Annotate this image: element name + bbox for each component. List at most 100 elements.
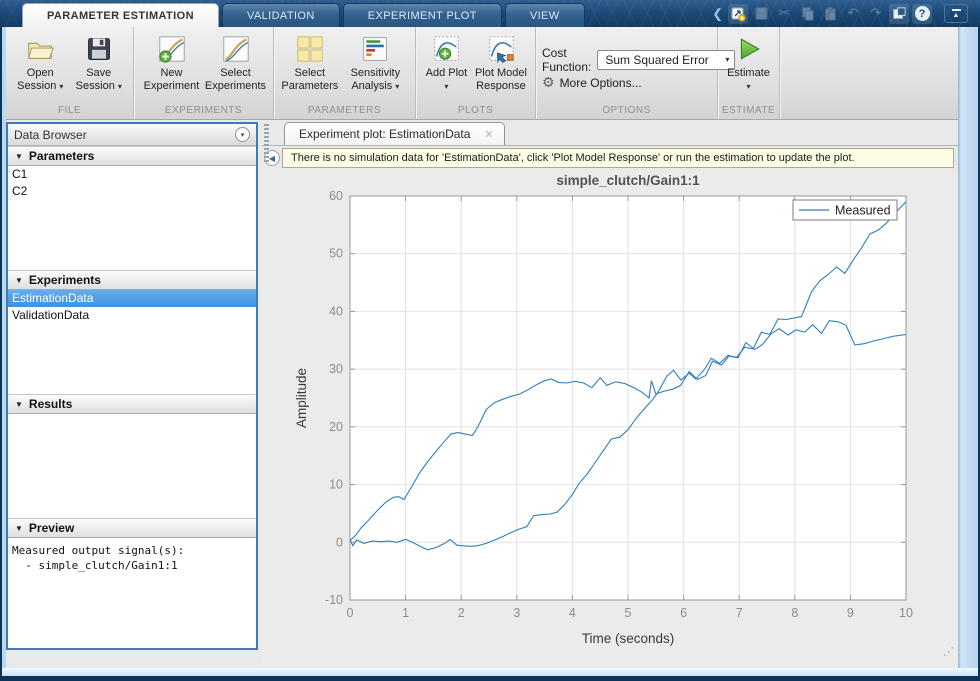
legend-label: Measured xyxy=(835,204,891,218)
select-experiments-label2: Experiments xyxy=(204,79,267,92)
save-icon xyxy=(754,7,768,20)
chart-title: simple_clutch/Gain1:1 xyxy=(556,173,700,188)
estimate-button[interactable]: Estimate ▾ xyxy=(724,31,773,93)
figure-resize-grip[interactable]: ⋰ xyxy=(943,645,954,658)
ribbon-group-estimate: Estimate ▾ ESTIMATE xyxy=(718,27,780,119)
new-script-button[interactable] xyxy=(728,3,748,24)
plot-model-response-label1: Plot Model xyxy=(474,67,527,79)
ribbon-tab-experiment-plot[interactable]: EXPERIMENT PLOT xyxy=(342,3,502,27)
parameter-item-c1[interactable]: C1 xyxy=(8,166,256,183)
experiment-item-validationdata[interactable]: ValidationData xyxy=(8,307,256,324)
experiment-plot-tab[interactable]: Experiment plot: EstimationData ✕ xyxy=(284,122,505,145)
more-options-button[interactable]: ⚙ More Options... xyxy=(542,76,711,90)
qat-overflow-chevron[interactable]: ❮ xyxy=(712,6,723,22)
notification-row: ◀ There is no simulation data for 'Estim… xyxy=(262,146,958,170)
estimate-play-icon xyxy=(733,33,765,65)
plot-model-response-button[interactable]: Plot Model Response xyxy=(473,31,529,92)
new-experiment-button[interactable]: New Experiment xyxy=(141,31,203,92)
collapse-ribbon-bar xyxy=(951,9,961,11)
ribbon-tab-parameter-estimation[interactable]: PARAMETER ESTIMATION xyxy=(22,3,219,27)
open-session-button[interactable]: Open Session ▾ xyxy=(12,31,69,93)
add-plot-button[interactable]: Add Plot ▾ xyxy=(422,31,471,93)
section-header-preview[interactable]: ▼ Preview xyxy=(8,518,256,538)
ribbon-tab-validation[interactable]: VALIDATION xyxy=(221,3,340,27)
group-label-file: FILE xyxy=(57,105,82,116)
preview-section-label: Preview xyxy=(28,521,75,535)
window-layout-icon xyxy=(892,7,906,19)
status-bar xyxy=(2,668,978,676)
cost-function-select[interactable]: Sum Squared Error ▾ xyxy=(597,49,736,70)
group-label-estimate: ESTIMATE xyxy=(721,105,776,116)
select-experiments-label1: Select xyxy=(220,67,251,79)
section-header-experiments[interactable]: ▼ Experiments xyxy=(8,270,256,290)
cut-button[interactable]: ✂ xyxy=(774,4,794,24)
collapse-triangle-icon: ▼ xyxy=(15,151,23,161)
add-plot-icon xyxy=(430,33,462,65)
x-tick-label: 8 xyxy=(791,606,798,620)
experiments-section-label: Experiments xyxy=(28,273,101,287)
select-parameters-button[interactable]: Select Parameters xyxy=(280,31,340,92)
window-layout-button[interactable] xyxy=(889,3,909,24)
y-tick-label: 30 xyxy=(329,362,343,376)
window-right-edge xyxy=(958,27,978,668)
copy-button[interactable] xyxy=(797,4,817,24)
open-session-label1: Open xyxy=(26,67,54,79)
new-experiment-icon xyxy=(156,33,188,65)
x-tick-label: 2 xyxy=(458,606,465,620)
save-session-button[interactable]: Save Session ▾ xyxy=(71,31,128,93)
experiment-item-estimationdata[interactable]: EstimationData xyxy=(8,290,256,307)
data-browser-menu-icon: ▾ xyxy=(240,131,245,139)
results-list xyxy=(8,414,256,518)
redo-button[interactable]: ↷ xyxy=(866,4,886,24)
x-tick-label: 0 xyxy=(347,606,354,620)
collapse-triangle-icon: ▼ xyxy=(15,275,23,285)
help-button[interactable]: ? xyxy=(912,3,932,24)
section-header-parameters[interactable]: ▼ Parameters xyxy=(8,146,256,166)
data-browser-title: Data Browser xyxy=(14,127,87,142)
y-tick-label: 10 xyxy=(329,478,343,492)
ribbon-tab-view[interactable]: VIEW xyxy=(504,3,585,27)
ribbon-group-parameters: Select Parameters Sensitivity Analysis ▾… xyxy=(274,27,416,119)
paste-icon xyxy=(824,6,836,21)
group-label-plots: PLOTS xyxy=(457,105,494,116)
collapse-ribbon-button[interactable]: ▲ xyxy=(944,4,968,23)
x-tick-label: 4 xyxy=(569,606,576,620)
x-tick-label: 7 xyxy=(736,606,743,620)
gear-icon: ⚙ xyxy=(542,74,555,91)
data-browser-menu-button[interactable]: ▾ xyxy=(235,127,250,142)
y-tick-label: -10 xyxy=(325,593,343,607)
section-header-results[interactable]: ▼ Results xyxy=(8,394,256,414)
title-bar: PARAMETER ESTIMATION VALIDATION EXPERIMENT… xyxy=(0,0,980,27)
open-folder-icon xyxy=(24,33,56,65)
sensitivity-analysis-icon xyxy=(359,33,391,65)
ribbon-group-experiments: New Experiment Select Experiments EXPERI… xyxy=(134,27,274,119)
paste-button[interactable] xyxy=(820,4,840,24)
save-button[interactable] xyxy=(751,4,771,24)
y-tick-label: 50 xyxy=(329,247,343,261)
panel-splitter-handle[interactable] xyxy=(264,124,269,162)
sensitivity-analysis-button[interactable]: Sensitivity Analysis ▾ xyxy=(342,31,409,93)
estimate-label: Estimate xyxy=(727,67,770,79)
select-experiments-button[interactable]: Select Experiments xyxy=(205,31,267,92)
y-axis-label: Amplitude xyxy=(294,368,309,428)
parameters-section-label: Parameters xyxy=(28,149,95,163)
sensitivity-analysis-dropdown-icon: ▾ xyxy=(395,81,400,91)
y-tick-label: 20 xyxy=(329,420,343,434)
group-label-experiments: EXPERIMENTS xyxy=(164,105,243,116)
close-tab-icon[interactable]: ✕ xyxy=(484,128,493,141)
select-experiments-icon xyxy=(220,33,252,65)
ribbon-spacer xyxy=(780,27,958,119)
data-browser-panel: Data Browser ▾ ▼ Parameters C1 C2 ▼ Exper… xyxy=(6,122,258,650)
ribbon-group-options: Cost Function: Sum Squared Error ▾ ⚙ Mor… xyxy=(536,27,736,119)
quick-access-toolbar: ❮ ✂ ↶ ↷ ? xyxy=(712,2,932,25)
plot-model-response-label2: Response xyxy=(476,79,526,92)
undo-button[interactable]: ↶ xyxy=(843,4,863,24)
redo-icon: ↷ xyxy=(870,6,882,21)
more-options-label: More Options... xyxy=(559,75,642,90)
figure-area: 0 1 2 3 4 5 6 7 8 9 10 -10 0 10 20 30 40 50 60 simple_clutc… xyxy=(262,170,958,668)
y-tick-label: 40 xyxy=(329,304,343,318)
parameter-item-c2[interactable]: C2 xyxy=(8,183,256,200)
cost-function-label: Cost Function: xyxy=(542,45,592,74)
y-tick-label: 0 xyxy=(336,535,343,549)
experiment-plot-chart: 0 1 2 3 4 5 6 7 8 9 10 -10 0 10 20 30 40 50 60 simple_clutc… xyxy=(294,173,913,646)
